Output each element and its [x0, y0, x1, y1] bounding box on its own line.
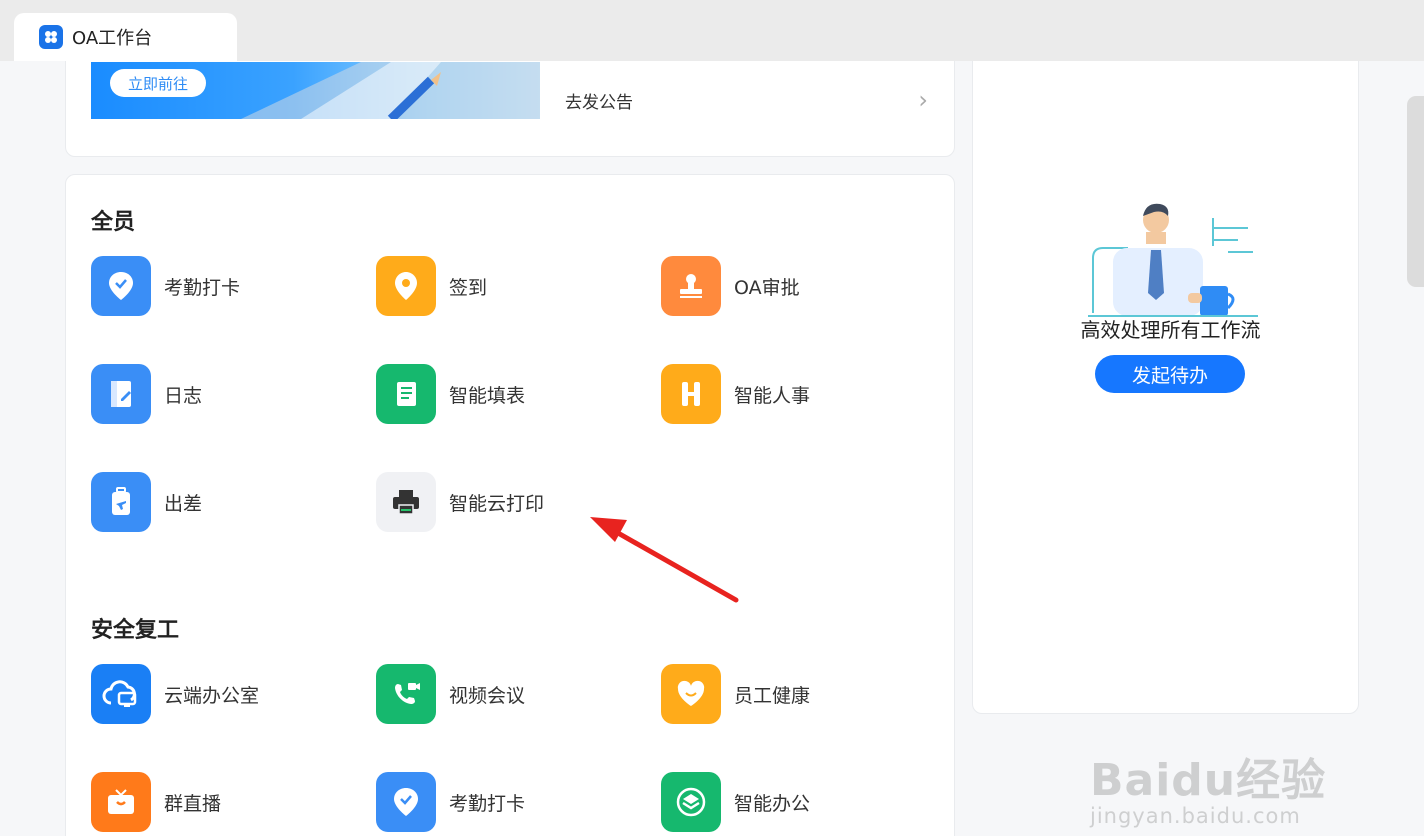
tab-oa-workbench[interactable]: OA工作台	[14, 13, 237, 61]
workflow-caption: 高效处理所有工作流	[1080, 318, 1261, 342]
annotation-arrow-icon	[590, 517, 739, 603]
banner-image: 立即前往	[91, 62, 540, 119]
apps-card: 全员 考勤打卡 签到 OA审批 日志 智能填表 智能人事 出差 智能云打印 安全…	[65, 174, 955, 836]
workbench-content: 立即前往 去发公告 › 全员 考勤打卡 签到 OA审批 日志 智能填表 智能人事…	[0, 61, 1424, 836]
todo-panel: 高效处理所有工作流 发起待办	[972, 61, 1359, 714]
create-todo-button[interactable]: 发起待办	[1095, 355, 1245, 393]
tab-bar: OA工作台	[0, 0, 1424, 61]
office-worker-illustration	[1088, 203, 1258, 317]
announcement-card: 立即前往 去发公告 ›	[65, 61, 955, 157]
app-grid-icon	[39, 25, 63, 49]
baidu-watermark: Baidu经验 jingyan.baidu.com	[1090, 755, 1327, 828]
post-announcement-link[interactable]: 去发公告	[565, 88, 633, 113]
tab-title: OA工作台	[72, 28, 153, 49]
scrollbar-thumb[interactable]	[1407, 96, 1424, 287]
chevron-right-icon[interactable]: ›	[918, 86, 928, 114]
go-now-button[interactable]: 立即前往	[110, 69, 206, 97]
